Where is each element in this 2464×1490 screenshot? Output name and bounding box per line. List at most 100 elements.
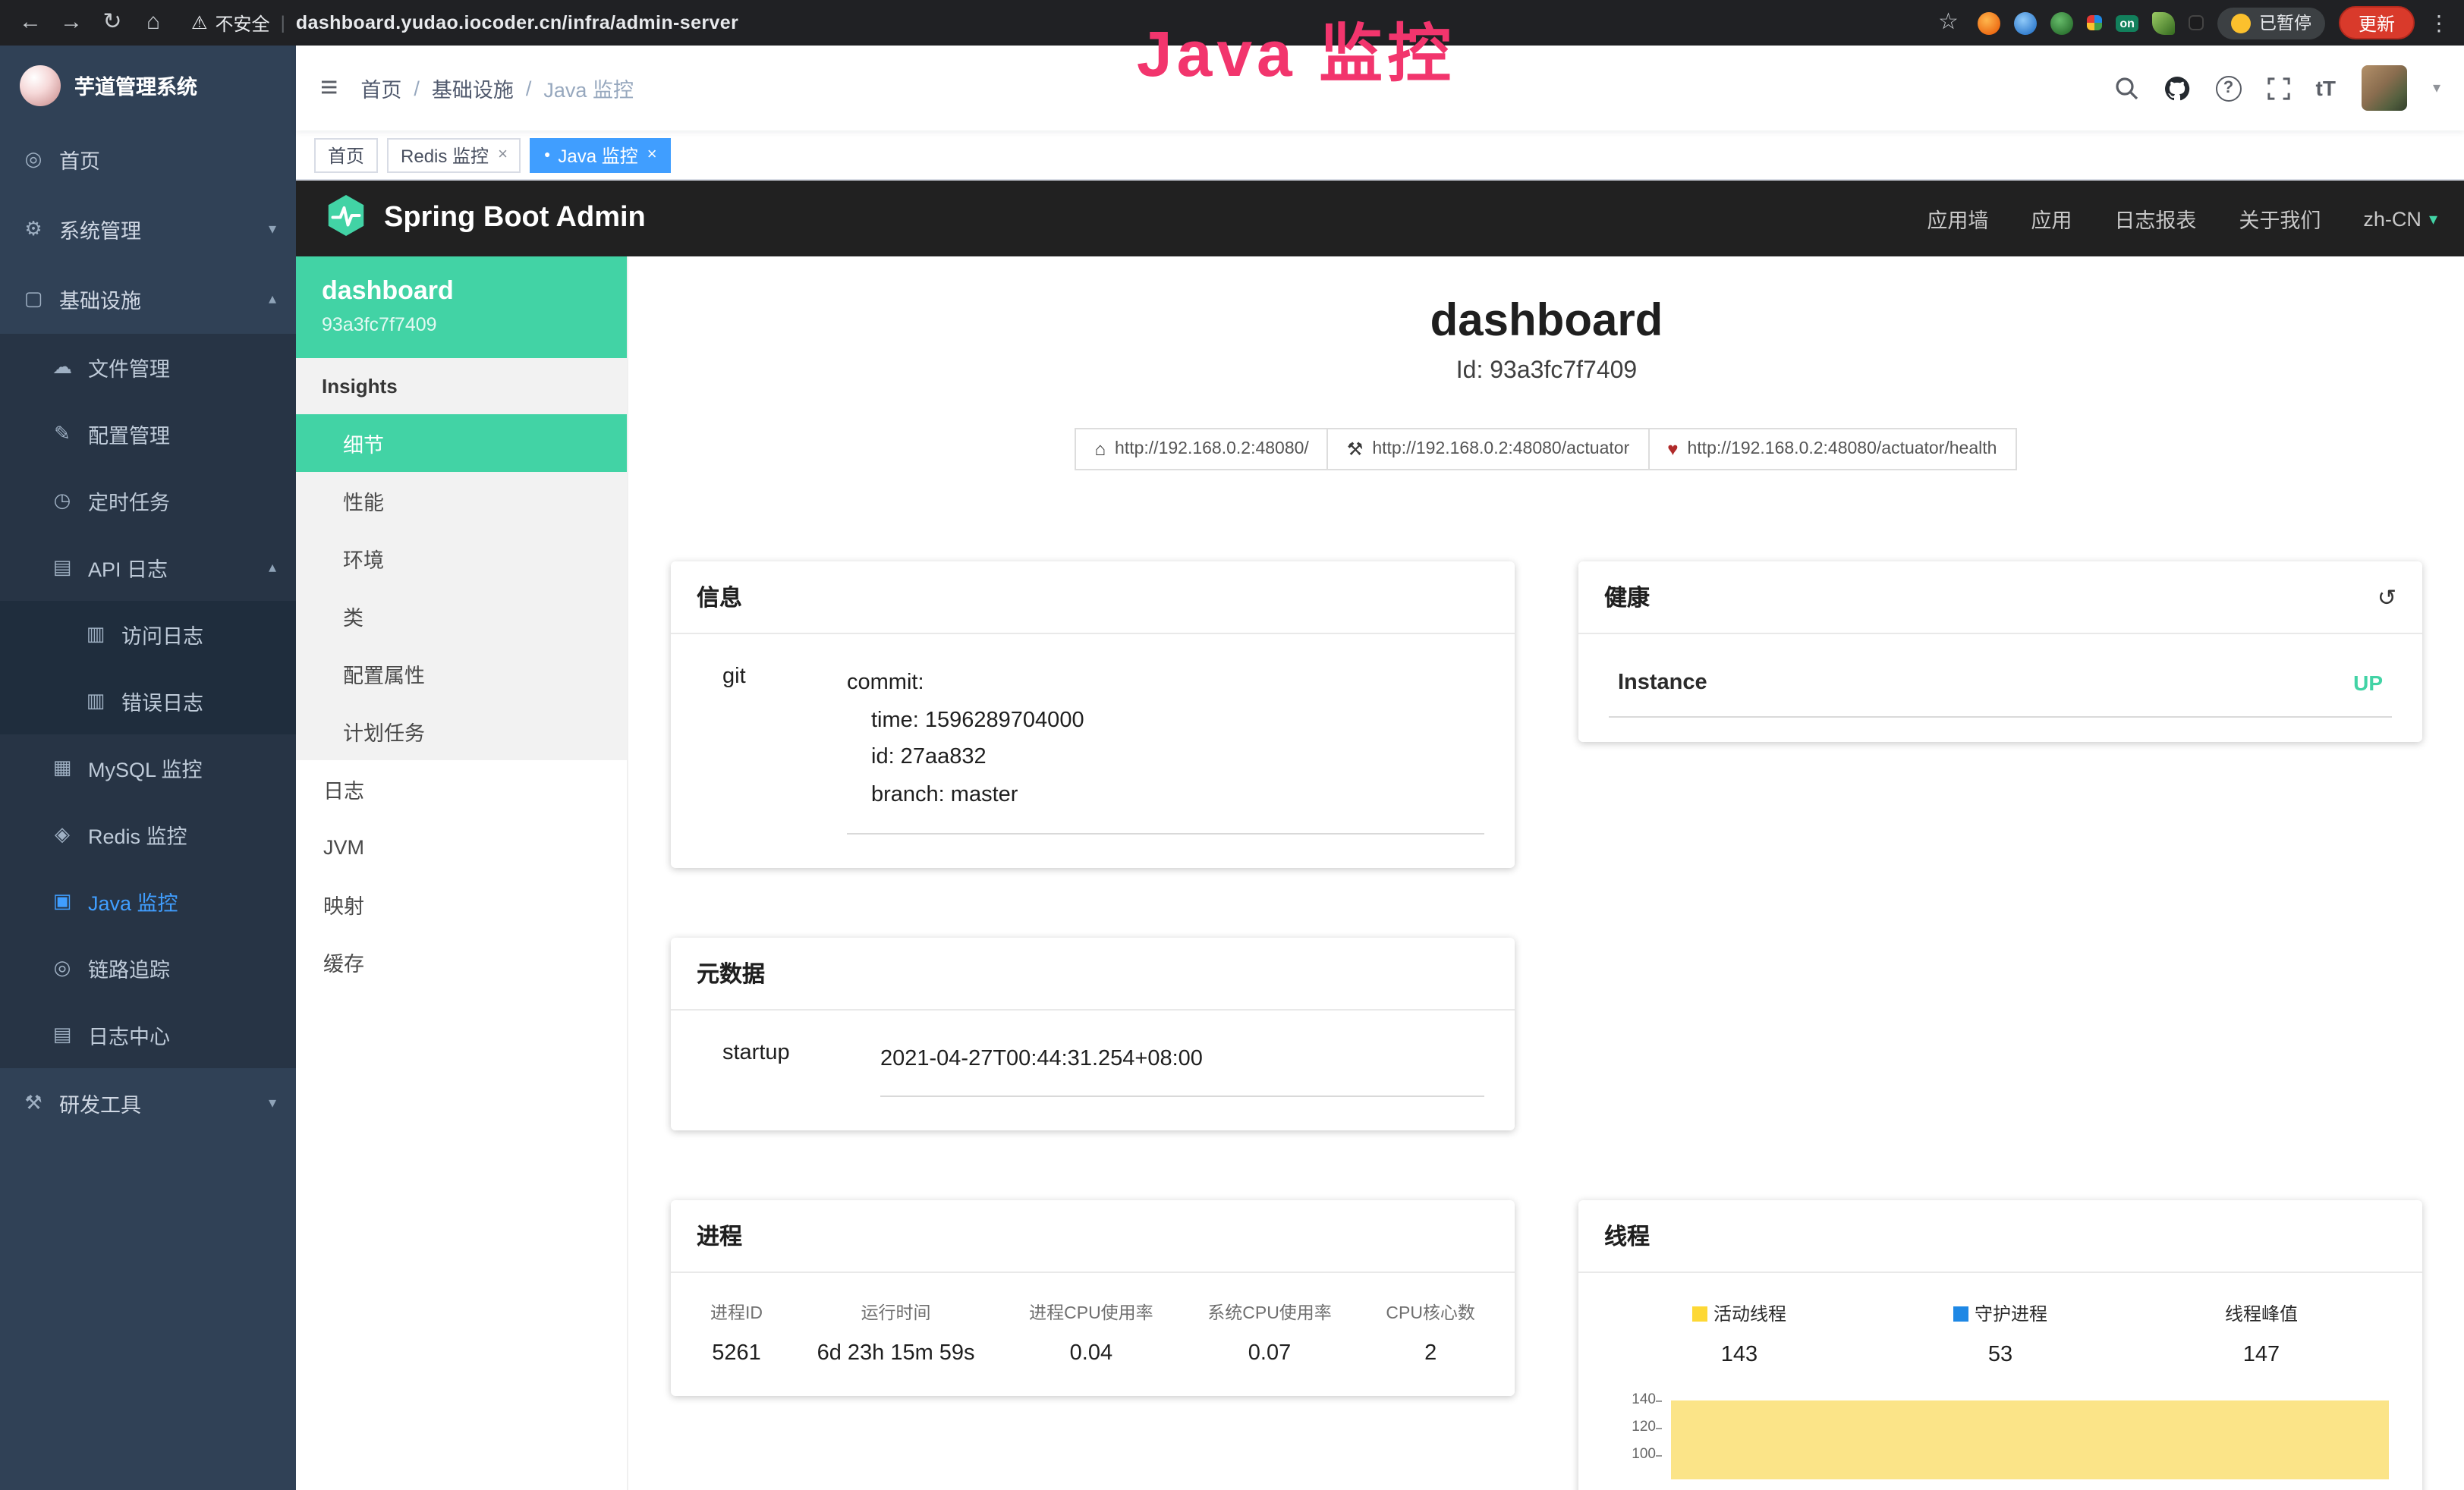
sba-item-mappings[interactable]: 映射 <box>296 875 627 933</box>
item-label: 错误日志 <box>121 686 203 716</box>
info-card: 信息 git commit: time: 1596289704000 id: 2… <box>671 561 1515 867</box>
item-label: 访问日志 <box>121 619 203 649</box>
item-label: 定时任务 <box>88 486 170 516</box>
ext-leaf-icon[interactable] <box>2153 11 2176 34</box>
font-size-icon[interactable]: tT <box>2316 76 2336 100</box>
metadata-key: startup <box>701 1040 880 1097</box>
security-chip[interactable]: ⚠ 不安全 <box>191 10 270 36</box>
sidebar-item-java[interactable]: ▣ Java 监控 <box>0 868 296 935</box>
tab-redis[interactable]: Redis 监控 × <box>387 137 521 172</box>
avatar-caret-icon[interactable]: ▾ <box>2433 80 2440 96</box>
search-icon[interactable] <box>2114 76 2138 100</box>
bookmark-star-icon[interactable]: ☆ <box>1933 0 1963 46</box>
sidebar-item-api-log[interactable]: ▤ API 日志 ▴ <box>0 534 296 601</box>
locale-selector[interactable]: zh-CN ▾ <box>2363 207 2437 230</box>
process-col-value: 0.04 <box>1029 1341 1153 1366</box>
sidebar-item-jobs[interactable]: ◷ 定时任务 <box>0 467 296 534</box>
sidebar-item-home[interactable]: ◎ 首页 <box>0 124 296 194</box>
sba-logo-icon[interactable] <box>323 192 369 245</box>
sba-item-caches[interactable]: 缓存 <box>296 933 627 991</box>
sba-item-metrics[interactable]: 性能 <box>296 472 627 530</box>
sba-nav-applications[interactable]: 应用 <box>2031 203 2072 234</box>
sidebar-item-trace[interactable]: ◎ 链路追踪 <box>0 935 296 1001</box>
doc-icon: ▤ <box>50 555 74 580</box>
instance-link-health[interactable]: ♥ http://192.168.0.2:48080/actuator/heal… <box>1647 428 2016 470</box>
breadcrumb-separator: / <box>526 77 532 99</box>
back-icon[interactable]: ← <box>15 0 46 46</box>
fullscreen-icon[interactable] <box>2267 77 2290 99</box>
browser-menu-icon[interactable]: ⋮ <box>2428 10 2450 36</box>
item-label: 首页 <box>59 144 100 174</box>
sba-item-configprops[interactable]: 配置属性 <box>296 645 627 703</box>
wrench-icon: ⚒ <box>1347 439 1364 460</box>
ext-grid-icon[interactable] <box>2086 15 2101 30</box>
sidebar-item-system[interactable]: ⚙ 系统管理 ▾ <box>0 194 296 264</box>
close-icon[interactable]: × <box>498 146 508 164</box>
instance-link-actuator[interactable]: ⚒ http://192.168.0.2:48080/actuator <box>1327 428 1649 470</box>
sba-item-scheduledtasks[interactable]: 计划任务 <box>296 703 627 760</box>
sba-item-jvm[interactable]: JVM <box>296 818 627 875</box>
user-avatar[interactable] <box>2362 65 2407 111</box>
health-row[interactable]: Instance UP <box>1609 655 2392 718</box>
chevron-down-icon: ▾ <box>269 1095 276 1111</box>
close-icon[interactable]: × <box>647 146 657 164</box>
tab-home[interactable]: 首页 <box>314 137 378 172</box>
metadata-card: 元数据 startup 2021-04-27T00:44:31.254+08:0… <box>671 937 1515 1130</box>
ext-dark-icon[interactable] <box>2189 15 2204 30</box>
process-col-header: 运行时间 <box>817 1300 975 1325</box>
health-card: 健康 ↺ Instance UP <box>1578 561 2422 742</box>
sba-item-details[interactable]: 细节 <box>296 414 627 472</box>
doc-icon: ▥ <box>83 689 108 713</box>
history-icon[interactable]: ↺ <box>2377 583 2396 611</box>
sba-brand-title[interactable]: Spring Boot Admin <box>384 202 646 235</box>
instance-id: 93a3fc7f7409 <box>322 314 601 335</box>
tab-label: Java 监控 <box>558 142 637 168</box>
ext-green-circle-icon[interactable] <box>2050 11 2072 34</box>
legend-label: 守护进程 <box>1975 1300 2047 1326</box>
metadata-card-title: 元数据 <box>671 937 1515 1010</box>
paused-badge[interactable]: 已暂停 <box>2218 7 2325 39</box>
app-title: 芋道管理系统 <box>74 70 197 100</box>
info-card-title: 信息 <box>671 561 1515 634</box>
home-icon: ◎ <box>21 147 46 171</box>
url-text: dashboard.yudao.iocoder.cn/infra/admin-s… <box>296 12 738 33</box>
sba-item-logs[interactable]: 日志 <box>296 760 627 818</box>
address-bar[interactable]: ⚠ 不安全 | dashboard.yudao.iocoder.cn/infra… <box>179 10 1922 36</box>
sba-nav-wallboard[interactable]: 应用墙 <box>1927 203 1988 234</box>
ext-orange-icon[interactable] <box>1977 11 2000 34</box>
github-icon[interactable] <box>2164 75 2190 101</box>
refresh-icon[interactable]: ↻ <box>97 0 127 46</box>
legend-label: 活动线程 <box>1713 1300 1786 1326</box>
sidebar-item-error-log[interactable]: ▥ 错误日志 <box>0 668 296 734</box>
update-button[interactable]: 更新 <box>2339 6 2415 39</box>
sba-item-environment[interactable]: 环境 <box>296 530 627 587</box>
sidebar-item-redis[interactable]: ◈ Redis 监控 <box>0 801 296 868</box>
forward-icon[interactable]: → <box>56 0 87 46</box>
app-logo[interactable]: 芋道管理系统 <box>0 46 296 124</box>
ext-on-badge[interactable]: on <box>2115 14 2139 31</box>
ext-drop-icon[interactable] <box>2013 11 2036 34</box>
breadcrumb-infra[interactable]: 基础设施 <box>432 73 514 103</box>
sidebar-item-access-log[interactable]: ▥ 访问日志 <box>0 601 296 668</box>
sidebar-item-files[interactable]: ☁ 文件管理 <box>0 334 296 401</box>
sidebar-item-config[interactable]: ✎ 配置管理 <box>0 401 296 467</box>
home-icon[interactable]: ⌂ <box>138 0 168 46</box>
home-icon: ⌂ <box>1095 439 1106 460</box>
sidebar-item-infra[interactable]: ▢ 基础设施 ▴ <box>0 264 296 334</box>
sba-nav-journal[interactable]: 日志报表 <box>2114 203 2196 234</box>
tab-java[interactable]: ● Java 监控 × <box>530 137 671 172</box>
chart-y-axis: 140 120 100 <box>1609 1391 1663 1479</box>
sba-nav-about[interactable]: 关于我们 <box>2239 203 2321 234</box>
infra-submenu: ☁ 文件管理 ✎ 配置管理 ◷ 定时任务 ▤ API 日志 ▴ ▥ <box>0 334 296 1068</box>
sidebar-item-mysql[interactable]: ▦ MySQL 监控 <box>0 734 296 801</box>
instance-link-home[interactable]: ⌂ http://192.168.0.2:48080/ <box>1075 428 1329 470</box>
chevron-up-icon: ▴ <box>269 559 276 576</box>
hamburger-icon[interactable]: ≡ <box>320 71 338 105</box>
breadcrumb-home[interactable]: 首页 <box>360 73 401 103</box>
instance-block[interactable]: dashboard 93a3fc7f7409 <box>296 256 627 358</box>
sidebar-item-devtools[interactable]: ⚒ 研发工具 ▾ <box>0 1068 296 1138</box>
sidebar-item-log-center[interactable]: ▤ 日志中心 <box>0 1001 296 1068</box>
help-icon[interactable]: ? <box>2216 75 2242 101</box>
pencil-icon: ✎ <box>50 422 74 446</box>
sba-item-classes[interactable]: 类 <box>296 587 627 645</box>
